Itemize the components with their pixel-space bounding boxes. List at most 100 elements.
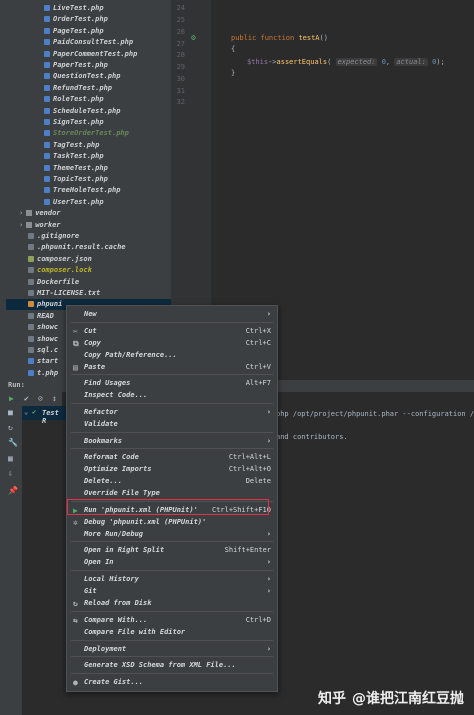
debug-phpunit-xml-phpunit-icon: ✲ xyxy=(73,518,78,527)
submenu-arrow-icon: › xyxy=(266,408,271,416)
menu-item-delete[interactable]: Delete... Delete xyxy=(67,476,277,487)
code-line-assert: $this->assertEquals( expected: 0, actual… xyxy=(247,56,445,68)
tree-file[interactable]: composer.lock xyxy=(6,265,171,276)
cut-icon: ✂ xyxy=(73,327,78,336)
tree-file[interactable]: .phpunit.result.cache xyxy=(6,242,171,253)
php-file-icon xyxy=(44,141,50,148)
menu-item-create-gist[interactable]: ● Create Gist... xyxy=(67,677,277,688)
menu-item-git[interactable]: Git › xyxy=(67,586,277,597)
menu-item-inspect-code[interactable]: Inspect Code... xyxy=(67,390,277,401)
tree-item-label: QuestionTest.php xyxy=(53,72,121,81)
chevron-right-icon[interactable]: › xyxy=(19,221,23,229)
menu-item-open-in-right-split[interactable]: Open in Right Split Shift+Enter xyxy=(67,545,277,556)
menu-item-validate[interactable]: Validate xyxy=(67,419,277,430)
tree-item-label: vendor xyxy=(35,209,61,218)
copy-icon: ⧉ xyxy=(73,339,79,348)
show-ignored-icon[interactable]: ⊘ xyxy=(38,394,43,403)
rerun-icon[interactable]: ▶ xyxy=(9,394,14,403)
tree-file[interactable]: PaidConsultTest.php xyxy=(6,37,171,48)
line-number: 29 xyxy=(176,63,185,71)
tree-file[interactable]: UserTest.php xyxy=(6,197,171,208)
tree-file[interactable]: .gitignore xyxy=(6,231,171,242)
layout-icon[interactable]: ▦ xyxy=(8,454,13,463)
tree-file[interactable]: RoleTest.php xyxy=(6,94,171,105)
submenu-arrow-icon: › xyxy=(266,530,271,538)
code-keyword: public function xyxy=(231,34,295,42)
menu-item-reformat-code[interactable]: Reformat Code Ctrl+Alt+L xyxy=(67,452,277,463)
tree-folder[interactable]: › vendor xyxy=(6,208,171,219)
menu-item-copy[interactable]: ⧉ Copy Ctrl+C xyxy=(67,338,277,349)
menu-separator xyxy=(71,611,273,612)
tree-file[interactable]: SignTest.php xyxy=(6,117,171,128)
menu-item-cut[interactable]: ✂ Cut Ctrl+X xyxy=(67,326,277,337)
wrench-icon[interactable]: 🔧 xyxy=(8,438,18,447)
menu-item-compare-with[interactable]: ⇆ Compare With... Ctrl+D xyxy=(67,615,277,626)
menu-item-label: Create Gist... xyxy=(84,678,144,686)
tree-file[interactable]: PaperCommentTest.php xyxy=(6,49,171,60)
menu-item-label: Inspect Code... xyxy=(84,391,148,399)
sort-icon[interactable]: ↕ xyxy=(52,394,57,403)
tree-file[interactable]: MIT-LICENSE.txt xyxy=(6,288,171,299)
tree-file[interactable]: ScheduleTest.php xyxy=(6,106,171,117)
tree-file[interactable]: QuestionTest.php xyxy=(6,71,171,82)
tree-file[interactable]: PaperTest.php xyxy=(6,60,171,71)
menu-item-label: Delete... xyxy=(84,477,122,485)
menu-item-bookmarks[interactable]: Bookmarks › xyxy=(67,436,277,447)
menu-item-override-file-type[interactable]: Override File Type xyxy=(67,488,277,499)
test-node-label: Test R xyxy=(42,409,59,425)
param-hint-actual: actual: xyxy=(394,58,428,66)
menu-item-debug-phpunit-xml-phpunit[interactable]: ✲ Debug 'phpunit.xml (PHPUnit)' xyxy=(67,517,277,528)
menu-item-new[interactable]: New › xyxy=(67,309,277,320)
file-file-icon xyxy=(28,267,34,274)
json-file-icon xyxy=(28,255,34,262)
submenu-arrow-icon: › xyxy=(266,310,271,318)
tree-item-label: worker xyxy=(35,220,61,229)
menu-item-optimize-imports[interactable]: Optimize Imports Ctrl+Alt+O xyxy=(67,464,277,475)
tree-file[interactable]: TagTest.php xyxy=(6,140,171,151)
menu-item-reload-from-disk[interactable]: ↻ Reload from Disk xyxy=(67,598,277,609)
tree-folder[interactable]: › worker xyxy=(6,220,171,231)
menu-item-refactor[interactable]: Refactor › xyxy=(67,407,277,418)
pin-icon[interactable]: 📌 xyxy=(8,486,18,495)
param-hint-expected: expected: xyxy=(335,58,378,66)
import-icon[interactable]: ⇩ xyxy=(8,469,13,478)
menu-item-find-usages[interactable]: Find Usages Alt+F7 xyxy=(67,378,277,389)
tree-file[interactable]: TopicTest.php xyxy=(6,174,171,185)
console-line: and contributors. xyxy=(276,433,348,441)
stop-icon[interactable]: ■ xyxy=(8,408,13,417)
run-test-gutter-icon[interactable]: ⚙ xyxy=(191,33,196,42)
tree-file[interactable]: TaskTest.php xyxy=(6,151,171,162)
rerun-failed-icon[interactable]: ↻ xyxy=(8,423,13,432)
tree-file[interactable]: LiveTest.php xyxy=(6,3,171,14)
php-file-icon xyxy=(44,73,50,80)
tree-file[interactable]: composer.json xyxy=(6,254,171,265)
tree-file[interactable]: OrderTest.php xyxy=(6,14,171,25)
run-panel-title: Run: xyxy=(8,381,25,389)
menu-item-compare-file-with-editor[interactable]: Compare File with Editor xyxy=(67,627,277,638)
tree-file[interactable]: StoreOrderTest.php xyxy=(6,128,171,139)
menu-item-deployment[interactable]: Deployment › xyxy=(67,644,277,655)
xml-file-icon xyxy=(28,301,34,308)
menu-item-open-in[interactable]: Open In › xyxy=(67,557,277,568)
tree-file[interactable]: Dockerfile xyxy=(6,277,171,288)
tree-file[interactable]: TreeHoleTest.php xyxy=(6,185,171,196)
show-passed-icon[interactable]: ✔ xyxy=(24,394,29,403)
file-file-icon xyxy=(28,312,34,319)
menu-separator xyxy=(71,656,273,657)
php-file-icon xyxy=(44,130,50,137)
chevron-right-icon[interactable]: › xyxy=(19,209,23,217)
tree-item-label: READ xyxy=(37,311,54,320)
menu-item-paste[interactable]: ▤ Paste Ctrl+V xyxy=(67,362,277,373)
menu-item-copy-path-reference[interactable]: Copy Path/Reference... xyxy=(67,350,277,361)
tree-item-label: RoleTest.php xyxy=(53,95,104,104)
menu-separator xyxy=(71,374,273,375)
menu-separator xyxy=(71,673,273,674)
tree-file[interactable]: PageTest.php xyxy=(6,26,171,37)
tree-file[interactable]: ThemeTest.php xyxy=(6,163,171,174)
menu-item-more-run-debug[interactable]: More Run/Debug › xyxy=(67,529,277,540)
test-tree-root[interactable]: ⌄ ✔ Test R xyxy=(22,406,66,425)
menu-item-label: Copy Path/Reference... xyxy=(84,351,177,359)
tree-file[interactable]: RefundTest.php xyxy=(6,83,171,94)
menu-item-generate-xsd-schema-from-xml-file[interactable]: Generate XSD Schema from XML File... xyxy=(67,660,277,671)
menu-item-local-history[interactable]: Local History › xyxy=(67,574,277,585)
